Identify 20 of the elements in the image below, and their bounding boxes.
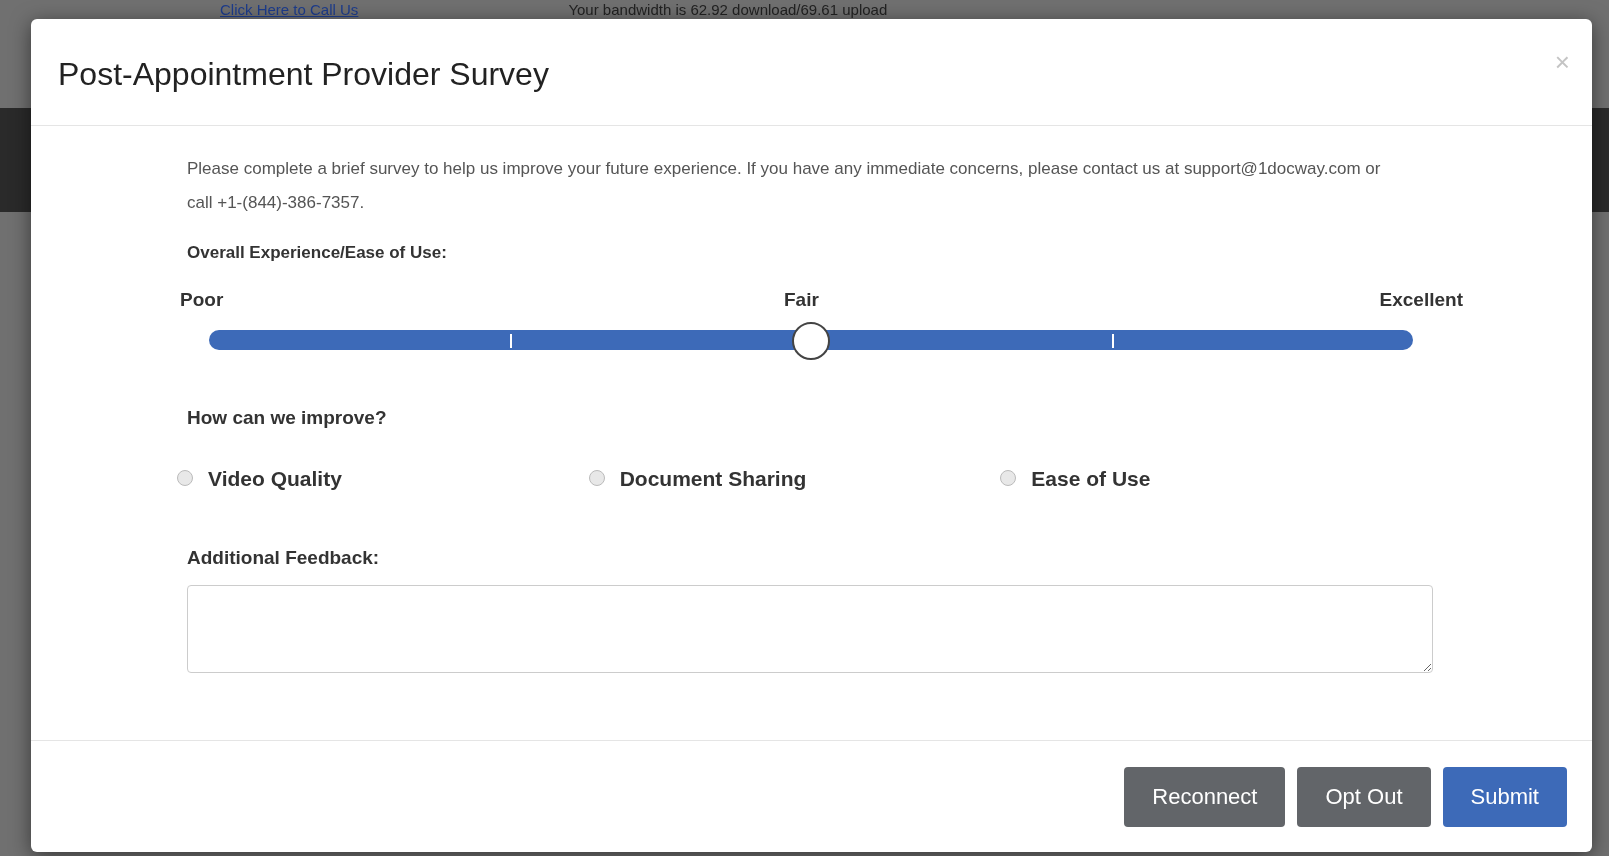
radio-button[interactable] [588, 470, 605, 487]
feedback-label: Additional Feedback: [187, 546, 381, 570]
dialog-title: Post-Appointment Provider Survey [58, 55, 549, 94]
feedback-field[interactable] [187, 584, 1433, 673]
submit-button[interactable]: Submit [1442, 766, 1567, 827]
action-button[interactable]: Opt Out [1297, 766, 1431, 827]
action-button[interactable]: Reconnect [1124, 766, 1286, 827]
option-label: Video Quality [208, 465, 342, 492]
scale-label: Poor [180, 287, 224, 312]
bandwidth-text: Your bandwidth is 62.92 download/69.61 upload [568, 0, 888, 19]
option-label: Document Sharing [619, 465, 807, 492]
scale-label: Fair [784, 287, 819, 312]
option-label: Ease of Use [1031, 465, 1151, 492]
slider-thumb[interactable] [792, 322, 830, 360]
improve-label: How can we improve? [187, 406, 388, 430]
radio-button[interactable] [177, 470, 193, 487]
intro-text: Please complete a brief survey to help us improve your future experience. If you have any immediate concerns, please contact us at support@1docway.com or call +1-(844)-386-7357. [187, 158, 1382, 214]
radio-button[interactable] [1000, 470, 1017, 487]
rating-label: Overall Experience/Ease of Use: [187, 242, 448, 264]
scale-label: Excellent [1379, 287, 1463, 312]
